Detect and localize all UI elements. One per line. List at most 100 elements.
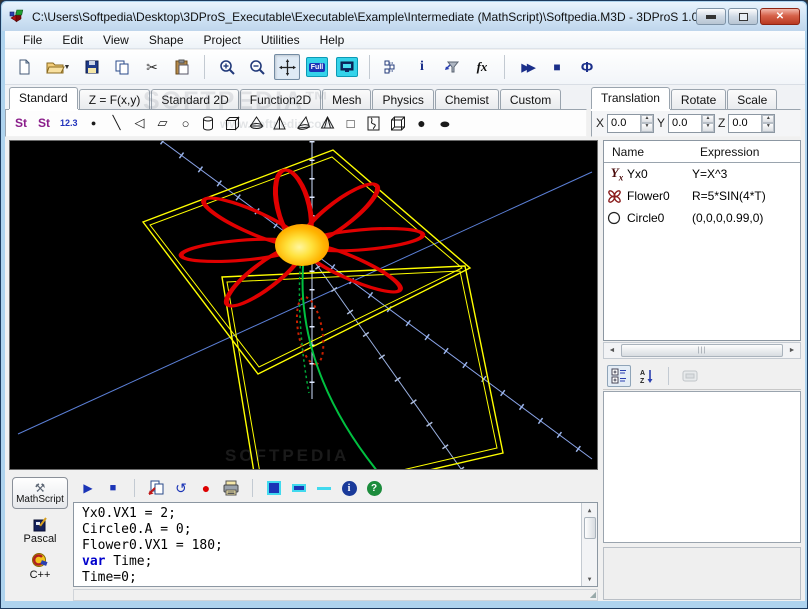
script-copy-button[interactable] [147,479,165,497]
y-translation-stepper[interactable]: 0.0 ▲▼ [668,114,715,133]
tab-z-fxy[interactable]: Z = F(x,y) [79,89,151,109]
shape-plane-button[interactable]: □ [344,116,358,131]
column-name[interactable]: Name [604,145,692,159]
scrollbar-thumb[interactable]: ||| [621,344,783,357]
categorized-view-button[interactable] [607,365,631,387]
font-small-button[interactable] [315,479,333,497]
z-translation-value[interactable]: 0.0 [729,115,761,132]
shape-pyramid-button[interactable] [273,116,287,131]
table-horizontal-scrollbar[interactable]: ◄ ||| ► [603,342,801,359]
scroll-down-icon[interactable]: ▼ [583,572,597,586]
shape-point-button[interactable]: ● [87,118,101,128]
shape-revolution-button[interactable] [367,116,381,131]
z-translation-stepper[interactable]: 0.0 ▲▼ [728,114,775,133]
shape-cone-button[interactable] [249,116,264,130]
menu-project[interactable]: Project [194,32,251,48]
shape-st2-button[interactable]: St [37,116,51,130]
scroll-right-icon[interactable]: ► [784,343,800,358]
tab-translation[interactable]: Translation [591,87,670,109]
property-pages-button[interactable] [678,365,702,387]
resize-grip-icon[interactable]: ◢ [590,590,596,599]
tab-physics[interactable]: Physics [372,89,433,109]
code-editor[interactable]: Yx0.VX1 = 2; Circle0.A = 0; Flower0.VX1 … [73,502,598,587]
shape-tilted-cone-button[interactable] [296,116,311,130]
script-stop-button[interactable]: ■ [104,479,122,497]
shape-filled-circle-button[interactable]: ● [415,115,429,131]
close-button[interactable]: ✕ [760,8,800,25]
tab-rotate[interactable]: Rotate [671,89,726,109]
lang-mathscript-button[interactable]: ⚒ MathScript [12,477,68,509]
table-row[interactable]: Yx Yx0 Y=X^3 [604,163,800,185]
shape-line-button[interactable]: ╲ [110,115,124,131]
tab-mesh[interactable]: Mesh [322,89,371,109]
y-spin-down-icon[interactable]: ▼ [702,123,714,132]
script-record-button[interactable]: ● [197,479,215,497]
tab-standard[interactable]: Standard [9,87,78,109]
full-view-button[interactable]: Full [304,54,330,80]
tab-scale[interactable]: Scale [727,89,777,109]
cut-button[interactable]: ✂ [139,54,165,80]
script-undo-button[interactable]: ↺ [172,479,190,497]
shape-circle-button[interactable]: ○ [179,116,193,131]
script-help-button[interactable]: ? [365,479,383,497]
restore-button[interactable] [728,8,758,25]
scroll-up-icon[interactable]: ▲ [583,503,597,517]
script-run-button[interactable]: ▶ [79,479,97,497]
z-spin-down-icon[interactable]: ▼ [762,123,774,132]
shape-cylinder-button[interactable] [202,116,216,131]
z-spin-up-icon[interactable]: ▲ [762,115,774,124]
menu-edit[interactable]: Edit [52,32,93,48]
open-dropdown-icon[interactable]: ▼ [64,64,71,71]
column-expression[interactable]: Expression [692,145,800,159]
lang-cpp-button[interactable]: C++ [30,552,51,581]
scrollbar-thumb[interactable] [584,517,596,539]
shape-number-button[interactable]: 12.3 [60,118,78,128]
stop-button[interactable]: ■ [544,54,570,80]
paste-button[interactable] [169,54,195,80]
object-tree-button[interactable] [379,54,405,80]
tab-function2d[interactable]: Function2D [240,89,321,109]
shape-st1-button[interactable]: St [14,116,28,130]
function-editor-button[interactable]: fx [469,54,495,80]
y-translation-value[interactable]: 0.0 [669,115,701,132]
menu-help[interactable]: Help [310,32,355,48]
x-spin-up-icon[interactable]: ▲ [641,115,653,124]
x-translation-value[interactable]: 0.0 [608,115,640,132]
y-spin-up-icon[interactable]: ▲ [702,115,714,124]
info-button[interactable]: i [409,54,435,80]
menu-shape[interactable]: Shape [139,32,194,48]
zoom-in-button[interactable] [214,54,240,80]
code-lines[interactable]: Yx0.VX1 = 2; Circle0.A = 0; Flower0.VX1 … [74,503,580,586]
lang-pascal-button[interactable]: Pascal [23,516,56,545]
scroll-left-icon[interactable]: ◄ [604,343,620,358]
minimize-button[interactable] [696,8,726,25]
x-spin-down-icon[interactable]: ▼ [641,123,653,132]
table-row[interactable]: Circle0 (0,0,0,0.99,0) [604,207,800,229]
menu-utilities[interactable]: Utilities [251,32,310,48]
tab-standard-2d[interactable]: Standard 2D [151,89,238,109]
editor-vertical-scrollbar[interactable]: ▲ ▼ [581,503,597,586]
x-translation-stepper[interactable]: 0.0 ▲▼ [607,114,654,133]
run-fast-button[interactable]: ▶▶ [514,54,540,80]
shape-polypyramid-button[interactable] [320,116,335,131]
shape-triangle-button[interactable]: ◁ [133,115,147,131]
sort-alphabetical-button[interactable]: A Z [635,365,659,387]
open-file-button[interactable]: ▼ [41,54,75,80]
copy-button[interactable] [109,54,135,80]
shape-filled-ellipse-button[interactable]: ● [438,116,452,131]
zoom-out-button[interactable] [244,54,270,80]
menu-file[interactable]: File [13,32,52,48]
pan-move-button[interactable] [274,54,300,80]
tab-custom[interactable]: Custom [500,89,561,109]
font-large-button[interactable] [265,479,283,497]
spin-axis-button[interactable]: Φ [574,54,600,80]
font-medium-button[interactable] [290,479,308,497]
menu-view[interactable]: View [93,32,139,48]
table-row[interactable]: Flower0 R=5*SIN(4*T) [604,185,800,207]
viewport-3d[interactable]: SOFTPEDIA [9,140,598,470]
filter-tool-button[interactable] [439,54,465,80]
shape-wirebox-button[interactable] [390,116,406,131]
screen-view-button[interactable] [334,54,360,80]
script-print-button[interactable] [222,479,240,497]
script-info-button[interactable]: i [340,479,358,497]
